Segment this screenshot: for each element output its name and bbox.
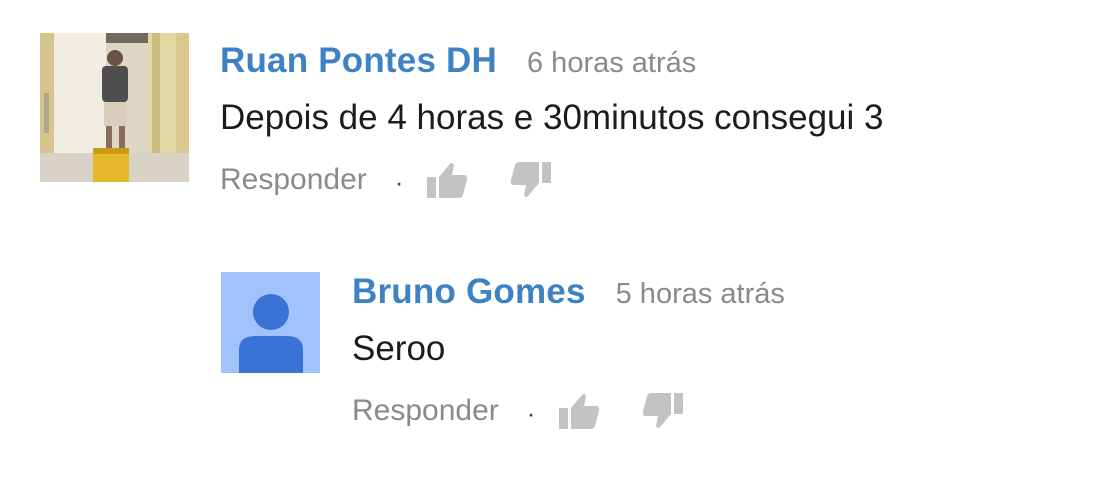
comment-body: Ruan Pontes DH 6 horas atrás Depois de 4… [220,41,883,202]
comment-text: Depois de 4 horas e 30minutos consegui 3 [220,98,884,137]
separator-dot: · [394,166,404,197]
comment-thread: Ruan Pontes DH 6 horas atrás Depois de 4… [0,0,1100,500]
comment-actions: Responder · [220,158,883,202]
avatar[interactable] [221,272,320,373]
author-name[interactable]: Bruno Gomes [352,272,586,312]
author-name[interactable]: Ruan Pontes DH [220,41,497,81]
comment-body: Bruno Gomes 5 horas atrás Seroo Responde… [352,272,785,433]
thumbs-up-icon[interactable] [557,389,601,433]
comment-header: Bruno Gomes 5 horas atrás [352,272,785,312]
thumbs-down-icon[interactable] [509,158,553,202]
avatar[interactable] [40,33,189,182]
comment-actions: Responder · [352,389,785,433]
timestamp[interactable]: 5 horas atrás [616,278,785,311]
default-user-icon [221,272,320,373]
user-photo-icon [40,33,189,182]
comment-text: Seroo [352,329,446,368]
timestamp[interactable]: 6 horas atrás [527,47,696,80]
reply-button[interactable]: Responder [352,394,499,428]
comment-header: Ruan Pontes DH 6 horas atrás [220,41,883,81]
reply-button[interactable]: Responder [220,163,367,197]
thumbs-up-icon[interactable] [425,158,469,202]
thumbs-down-icon[interactable] [641,389,685,433]
separator-dot: · [526,397,536,428]
